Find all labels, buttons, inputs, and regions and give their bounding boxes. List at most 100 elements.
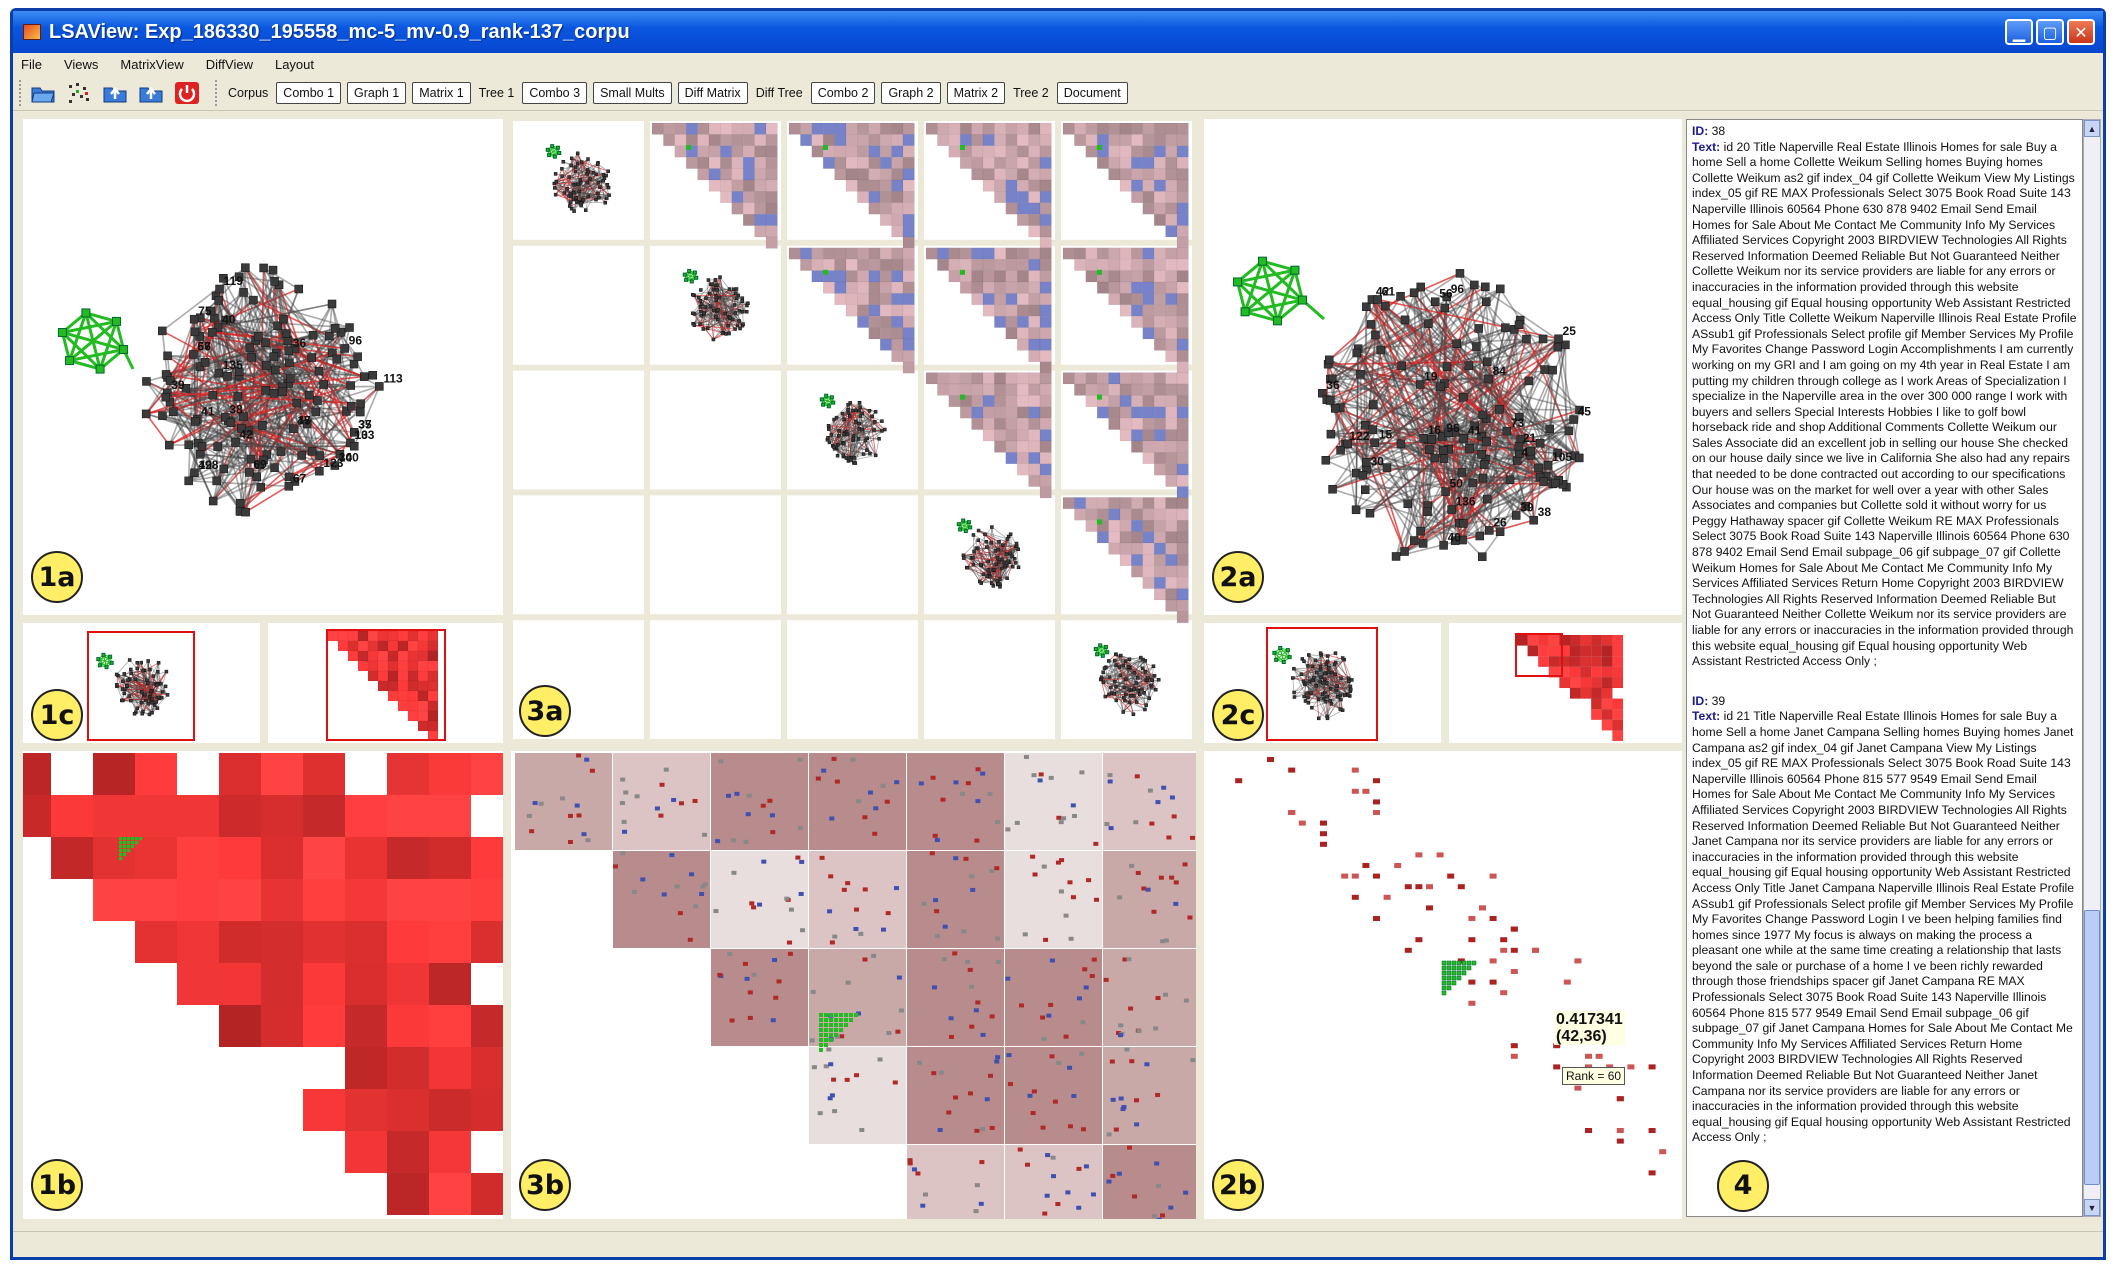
graph-node — [1010, 554, 1014, 559]
maximize-button[interactable]: ▢ — [2036, 19, 2064, 45]
open-folder-up-icon[interactable] — [101, 80, 129, 106]
document-button[interactable]: Document — [1056, 81, 1128, 104]
graph-node — [1114, 652, 1118, 657]
diff-mark — [1187, 915, 1193, 920]
minimize-button[interactable]: ▁ — [2005, 19, 2033, 45]
graph-node — [1369, 400, 1378, 409]
document-scrollbar[interactable]: ▲ ▼ — [2083, 119, 2101, 1217]
combo-2-button[interactable]: Combo 2 — [810, 81, 876, 104]
diff-mark — [581, 832, 587, 837]
tree-1-label[interactable]: Tree 1 — [479, 86, 515, 100]
document-text-panel[interactable]: ID: 38 Text: id 20 Title Naperville Real… — [1686, 119, 2083, 1217]
graph-view-2[interactable]: 40 30 38 39 41 42 36 56 45 61 15 19 96 26 21 16 84 25 96 73… — [1204, 119, 1682, 615]
diff-matrix-canvas[interactable] — [511, 751, 1196, 1219]
matrix-1-overview[interactable] — [268, 623, 503, 743]
matrix-2-canvas[interactable] — [1204, 751, 1682, 1219]
combo-1-button[interactable]: Combo 1 — [276, 81, 342, 104]
matrix-cell — [23, 753, 51, 795]
matrix-view-2[interactable]: 0.417341 (42,36) Rank = 60 2b — [1204, 751, 1682, 1219]
matrix-cell — [994, 145, 1007, 158]
matrix-1-button[interactable]: Matrix 1 — [412, 81, 471, 104]
title-bar[interactable]: LSAView: Exp_186330_195558_mc-5_mv-0.9_r… — [13, 11, 2103, 53]
matrix-cell — [994, 395, 1007, 408]
graph-node — [976, 546, 980, 551]
matrix-cell — [651, 122, 664, 135]
matrix-cell — [135, 795, 177, 837]
matrix-cell — [1142, 270, 1155, 283]
matrix-cell — [971, 281, 984, 294]
graph-node — [880, 429, 884, 433]
diff-mark — [1089, 973, 1095, 978]
diff-mark — [877, 1057, 883, 1062]
close-button[interactable]: ✕ — [2067, 19, 2095, 45]
menu-layout[interactable]: Layout — [275, 57, 314, 72]
menu-file[interactable]: File — [21, 57, 42, 72]
graph-node — [605, 182, 610, 187]
viewport-box-1c-matrix[interactable] — [326, 629, 446, 741]
power-icon[interactable] — [173, 80, 201, 106]
graph-node — [857, 426, 861, 431]
matrix-1-canvas[interactable] — [23, 751, 503, 1219]
viewport-box-1c-graph[interactable] — [87, 631, 195, 741]
matrix-cell — [834, 168, 847, 181]
menu-views[interactable]: Views — [64, 57, 98, 72]
matrix-cell — [1028, 474, 1041, 487]
matrix-2-button[interactable]: Matrix 2 — [946, 81, 1006, 104]
diff-tree-label[interactable]: Diff Tree — [756, 86, 803, 100]
graph-node — [1441, 487, 1450, 496]
graph-1-canvas[interactable]: 1330495647 35404241 3839361231356711911375… — [23, 119, 503, 615]
menu-diffview[interactable]: DiffView — [206, 57, 253, 72]
graph-1-overview[interactable]: 1c — [23, 623, 260, 743]
graph-node — [574, 196, 579, 200]
matrix-cell — [937, 372, 950, 385]
graph-2-canvas[interactable]: 4030383941423656456115199626211684259673… — [1204, 119, 1682, 615]
matrix-cell — [765, 213, 778, 226]
matrix-cell — [1489, 979, 1497, 985]
graph-node — [1366, 320, 1376, 329]
small-mults-button[interactable]: Small Mults — [593, 81, 672, 104]
matrix-cell — [1267, 757, 1274, 762]
matrix-cell — [697, 168, 710, 181]
diff-mark — [994, 819, 1000, 824]
open-folder-icon[interactable] — [29, 80, 57, 106]
small-multiples-canvas[interactable] — [511, 119, 1196, 743]
combo-3-button[interactable]: Combo 3 — [522, 81, 588, 104]
open-folder-up-2-icon[interactable] — [137, 80, 165, 106]
matrix-cell — [994, 304, 1007, 317]
viewport-box-2c-matrix[interactable] — [1515, 633, 1563, 677]
diff-mark — [745, 812, 751, 817]
matrix-cell — [1005, 191, 1018, 204]
matrix-cell — [754, 122, 767, 135]
matrix-cell — [982, 122, 995, 135]
matrix-cell — [1039, 383, 1052, 396]
diff-mark — [1014, 820, 1020, 825]
cluster-node — [111, 316, 121, 326]
matrix-cell — [788, 247, 801, 260]
diff-matrix-button[interactable]: Diff Matrix — [677, 81, 748, 104]
diff-mark — [671, 797, 677, 802]
matrix-view-1[interactable]: 1b — [23, 751, 503, 1219]
scroll-thumb[interactable] — [2084, 910, 2100, 1185]
node-label: 122 — [1349, 429, 1369, 443]
selected-cell — [1466, 965, 1472, 971]
matrix-cell — [1085, 497, 1098, 510]
diff-mark — [1023, 754, 1029, 759]
graph-2-button[interactable]: Graph 2 — [881, 81, 941, 104]
viewport-box-2c-graph[interactable] — [1266, 627, 1378, 741]
graph-2-overview[interactable]: 2c — [1204, 623, 1441, 743]
minimize-icon: ▁ — [2012, 22, 2026, 42]
scatter-icon[interactable] — [65, 80, 93, 106]
matrix-cell — [1601, 645, 1613, 657]
matrix-cell — [1039, 315, 1052, 328]
tree-2-label[interactable]: Tree 2 — [1013, 86, 1049, 100]
graph-view-1[interactable]: 13 30 49 56 47 35 40 42 41 38 39 36 123 135 67 119 113 75… — [23, 119, 503, 615]
menu-matrixview[interactable]: MatrixView — [120, 57, 183, 72]
matrix-2-overview[interactable] — [1449, 623, 1682, 743]
scroll-up-button[interactable]: ▲ — [2084, 120, 2100, 137]
graph-1-button[interactable]: Graph 1 — [347, 81, 407, 104]
diff-mark — [1135, 870, 1141, 875]
matrix-cell — [1468, 937, 1476, 943]
graph-node — [1129, 694, 1133, 698]
diff-matrix-view[interactable]: 3b — [511, 751, 1196, 1219]
graph-node — [1545, 424, 1555, 434]
